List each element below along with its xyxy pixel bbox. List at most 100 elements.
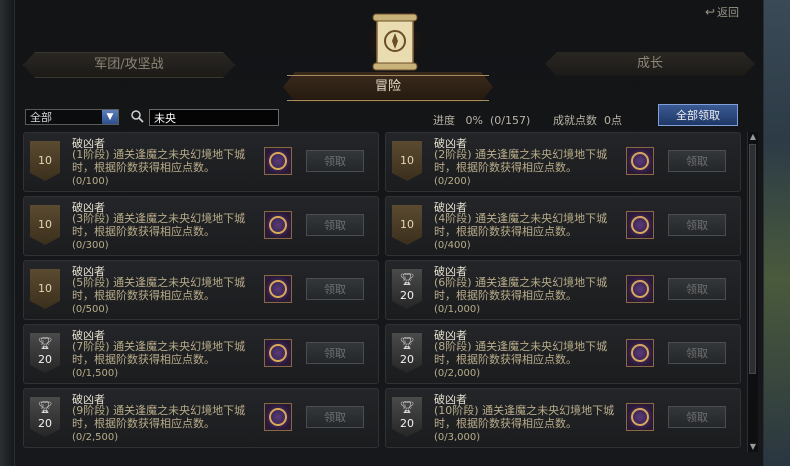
achievement-description: (5阶段) 通关逢魔之未央幻境地下城时，根据阶数获得相应点数。 [72,276,246,302]
rank-badge: 10 [30,269,60,309]
claim-button[interactable]: 领取 [306,342,364,364]
reward-chest-icon[interactable] [626,403,654,431]
achievement-progress: (0/3,000) [434,432,481,443]
reward-chest-icon[interactable] [626,147,654,175]
dropdown-value: 全部 [30,111,52,124]
achievement-progress: (0/500) [72,304,109,315]
scroll-down-icon[interactable]: ▼ [748,442,758,452]
achievement-progress: (0/300) [72,240,109,251]
achievement-description: (10阶段) 通关逢魔之未央幻境地下城时，根据阶数获得相应点数。 [434,404,615,430]
claim-button[interactable]: 领取 [668,406,726,428]
progress-label: 进度 [433,114,455,127]
back-button[interactable]: ↩ 返回 [705,4,739,20]
achievement-progress: (0/1,500) [72,368,119,379]
claim-label: 领取 [686,283,708,296]
points-summary: 成就点数 0点 [553,112,622,128]
reward-chest-icon[interactable] [264,339,292,367]
rank-badge: 10 [392,141,422,181]
reward-glyph-icon [631,216,649,234]
achievement-description: (3阶段) 通关逢魔之未央幻境地下城时，根据阶数获得相应点数。 [72,212,246,238]
scroll-emblem-icon [362,8,428,74]
achievement-progress: (0/2,000) [434,368,481,379]
claim-all-button[interactable]: 全部领取 [658,104,738,126]
reward-chest-icon[interactable] [626,275,654,303]
chevron-down-icon[interactable]: ▼ [102,110,118,124]
trophy-icon: 🏆︎ [37,400,53,414]
trophy-icon: 🏆︎ [399,272,415,286]
claim-button[interactable]: 领取 [668,342,726,364]
reward-chest-icon[interactable] [264,211,292,239]
claim-button[interactable]: 领取 [306,214,364,236]
trophy-icon: 🏆︎ [399,336,415,350]
achievement-list: 10 破凶者 (1阶段) 通关逢魔之未央幻境地下城时，根据阶数获得相应点数。 (… [23,132,745,452]
search-input[interactable] [149,109,279,126]
progress-count: (0/157) [489,114,531,127]
reward-glyph-icon [269,216,287,234]
claim-button[interactable]: 领取 [306,278,364,300]
scroll-up-icon[interactable]: ▲ [748,132,758,142]
scroll-thumb[interactable] [749,144,756,374]
reward-chest-icon[interactable] [264,403,292,431]
badge-points: 10 [400,154,414,167]
achievement-card: 🏆︎ 20 破凶者 (6阶段) 通关逢魔之未央幻境地下城时，根据阶数获得相应点数… [385,260,741,320]
tab-legion-label: 军团/攻坚战 [94,57,164,72]
claim-button[interactable]: 领取 [668,150,726,172]
badge-points: 10 [400,218,414,231]
badge-points: 10 [38,282,52,295]
progress-summary: 进度 0% (0/157) [433,112,530,128]
rank-badge: 10 [392,205,422,245]
category-dropdown[interactable]: 全部 ▼ [25,109,119,125]
reward-glyph-icon [631,344,649,362]
reward-glyph-icon [631,280,649,298]
reward-glyph-icon [269,152,287,170]
badge-points: 10 [38,154,52,167]
badge-points: 20 [38,353,52,366]
scrollbar[interactable]: ▲ ▼ [747,132,758,452]
achievement-progress: (0/1,000) [434,304,481,315]
achievement-description: (9阶段) 通关逢魔之未央幻境地下城时，根据阶数获得相应点数。 [72,404,246,430]
achievement-progress: (0/400) [434,240,471,251]
achievement-description: (2阶段) 通关逢魔之未央幻境地下城时，根据阶数获得相应点数。 [434,148,608,174]
tab-growth-label: 成长 [636,56,663,71]
claim-all-label: 全部领取 [676,109,720,122]
claim-button[interactable]: 领取 [306,406,364,428]
claim-button[interactable]: 领取 [668,278,726,300]
tab-legion[interactable]: 军团/攻坚战 [23,52,235,78]
reward-chest-icon[interactable] [626,211,654,239]
tab-growth[interactable]: 成长 [545,52,755,76]
achievement-card: 10 破凶者 (5阶段) 通关逢魔之未央幻境地下城时，根据阶数获得相应点数。 (… [23,260,379,320]
achievement-progress: (0/200) [434,176,471,187]
achievement-card: 🏆︎ 20 破凶者 (9阶段) 通关逢魔之未央幻境地下城时，根据阶数获得相应点数… [23,388,379,448]
reward-chest-icon[interactable] [264,275,292,303]
reward-chest-icon[interactable] [626,339,654,367]
badge-points: 20 [38,417,52,430]
achievement-description: (8阶段) 通关逢魔之未央幻境地下城时，根据阶数获得相应点数。 [434,340,608,366]
achievement-card: 🏆︎ 20 破凶者 (8阶段) 通关逢魔之未央幻境地下城时，根据阶数获得相应点数… [385,324,741,384]
achievement-card: 10 破凶者 (4阶段) 通关逢魔之未央幻境地下城时，根据阶数获得相应点数。 (… [385,196,741,256]
achievement-description: (6阶段) 通关逢魔之未央幻境地下城时，根据阶数获得相应点数。 [434,276,608,302]
achievement-card: 🏆︎ 20 破凶者 (7阶段) 通关逢魔之未央幻境地下城时，根据阶数获得相应点数… [23,324,379,384]
back-label: 返回 [717,6,739,19]
background-right [760,0,790,466]
progress-value: 0% [465,114,483,127]
reward-glyph-icon [269,344,287,362]
reward-glyph-icon [631,152,649,170]
achievement-description: (1阶段) 通关逢魔之未央幻境地下城时，根据阶数获得相应点数。 [72,148,246,174]
claim-label: 领取 [324,219,346,232]
achievement-card: 10 破凶者 (1阶段) 通关逢魔之未央幻境地下城时，根据阶数获得相应点数。 (… [23,132,379,192]
trophy-icon: 🏆︎ [399,400,415,414]
achievement-panel: ↩返回 军团/攻坚战 成长 冒险 全部 ▼ 进度 0% (0/157) 成就点数… [14,0,764,466]
claim-label: 领取 [686,347,708,360]
trophy-badge: 🏆︎ 20 [392,269,422,309]
reward-glyph-icon [269,408,287,426]
claim-label: 领取 [686,155,708,168]
trophy-badge: 🏆︎ 20 [30,397,60,437]
reward-chest-icon[interactable] [264,147,292,175]
search-icon [131,110,144,127]
claim-button[interactable]: 领取 [306,150,364,172]
claim-button[interactable]: 领取 [668,214,726,236]
points-label: 成就点数 [553,114,597,127]
active-tab-highlight [287,75,489,101]
rank-badge: 10 [30,205,60,245]
rank-badge: 10 [30,141,60,181]
